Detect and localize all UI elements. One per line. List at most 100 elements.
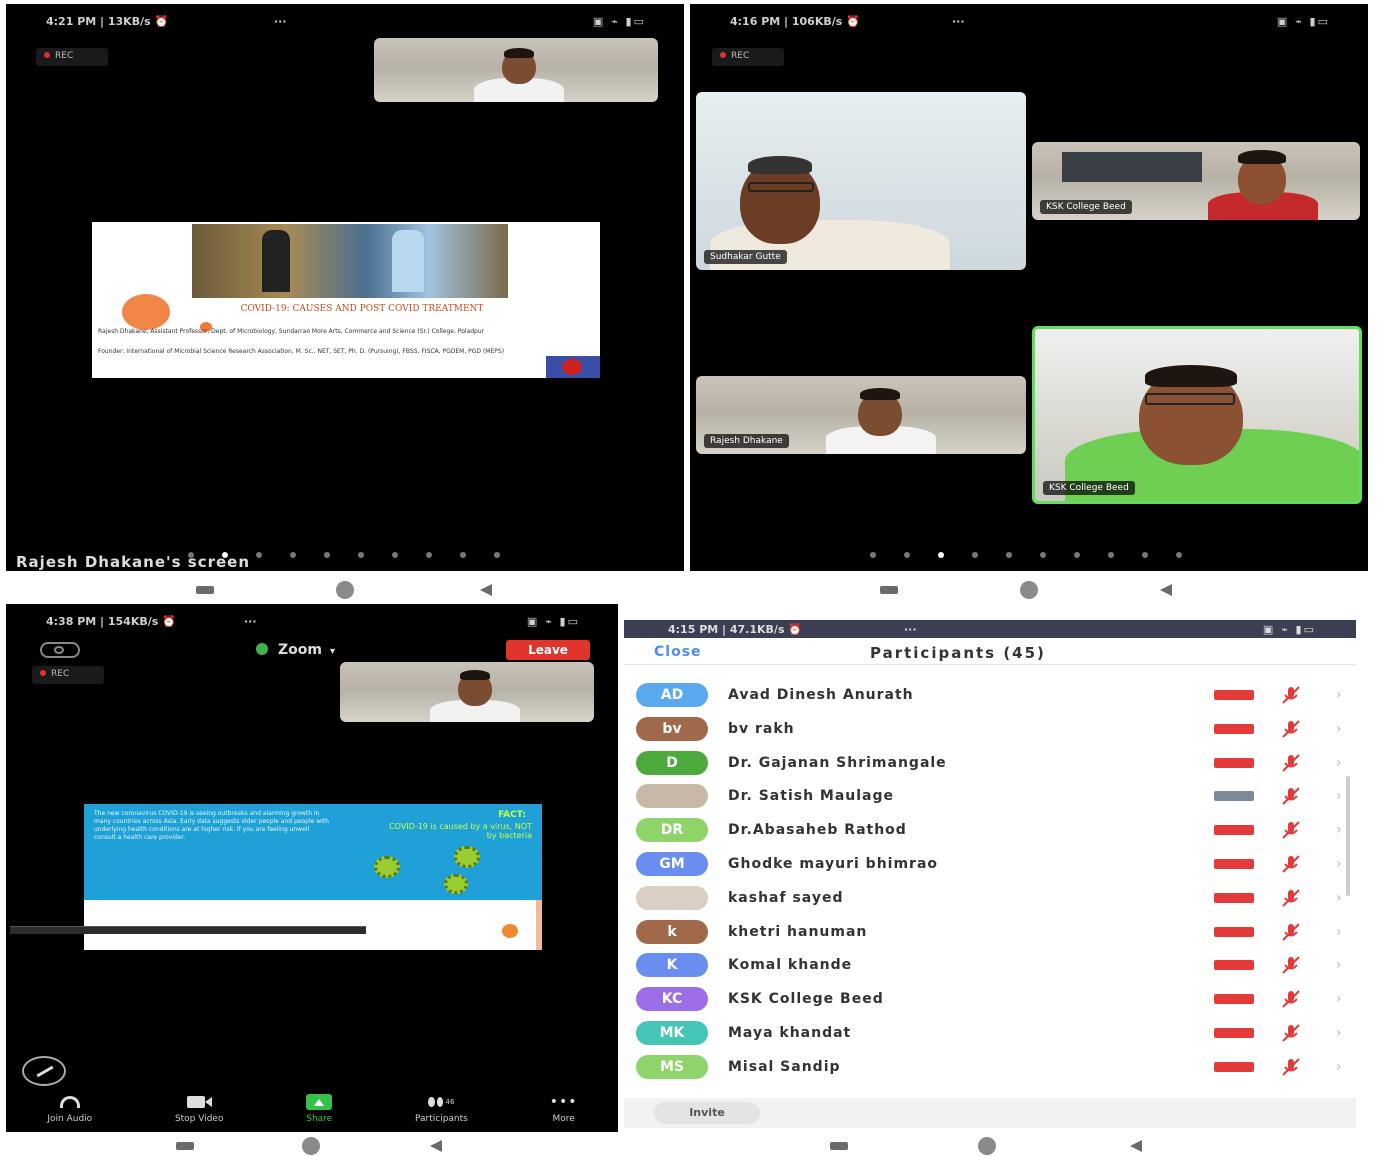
meeting-title[interactable]: Zoom ▾	[256, 642, 335, 658]
participant-avatar: D	[636, 750, 708, 775]
more-icon: •••	[549, 1094, 578, 1110]
status-icons: ▣ ⌁ ▮▭	[1276, 15, 1330, 28]
back-button[interactable]	[1160, 584, 1172, 596]
annotation-toolbar[interactable]	[10, 926, 366, 934]
recents-button[interactable]	[196, 586, 214, 594]
recents-button[interactable]	[176, 1142, 194, 1150]
mic-muted-icon	[1280, 989, 1302, 1009]
self-video-thumbnail[interactable]	[340, 662, 594, 722]
switch-camera-icon[interactable]	[40, 642, 80, 658]
participant-name: Avad Dinesh Anurath	[728, 687, 914, 703]
participant-avatar: K	[636, 953, 708, 978]
page-indicator[interactable]	[870, 552, 1182, 558]
participant-row[interactable]: kashaf sayed ›	[624, 881, 1356, 915]
video-tile[interactable]: Rajesh Dhakane	[696, 376, 1026, 454]
mic-muted-icon	[1280, 955, 1302, 975]
chevron-right-icon[interactable]: ›	[1336, 822, 1342, 838]
close-button[interactable]: Close	[654, 644, 702, 660]
participant-row[interactable]: AD Avad Dinesh Anurath ›	[624, 678, 1356, 712]
active-speaker-tile[interactable]: KSK College Beed	[1032, 326, 1362, 504]
participants-button[interactable]: 46 Participants	[415, 1094, 468, 1124]
chevron-right-icon[interactable]: ›	[1336, 856, 1342, 872]
participant-name: Ghodke mayuri bhimrao	[728, 856, 939, 872]
virus-icon	[444, 874, 468, 894]
participant-count: 46	[445, 1098, 455, 1106]
status-icons: ▣ ⌁ ▮▭	[1262, 623, 1316, 636]
participant-row[interactable]: Dr. Satish Maulage ›	[624, 779, 1356, 813]
participant-avatar: bv	[636, 716, 708, 741]
participants-title: Participants (45)	[870, 644, 1046, 662]
recents-button[interactable]	[880, 586, 898, 594]
participant-row[interactable]: k khetri hanuman ›	[624, 915, 1356, 949]
meeting-controls-panel: 4:38 PM | 154KB/s ⏰ ··· ▣ ⌁ ▮▭ Zoom ▾ Lea…	[6, 604, 618, 1132]
leave-button[interactable]: Leave	[506, 640, 590, 660]
video-tile[interactable]: KSK College Beed	[1032, 142, 1360, 220]
participant-avatar: k	[636, 919, 708, 944]
join-audio-button[interactable]: Join Audio	[47, 1094, 92, 1124]
participant-name: Dr.Abasaheb Rathod	[728, 822, 907, 839]
participant-name: KSK College Beed	[728, 991, 884, 1008]
android-nav-bar	[624, 1136, 1356, 1156]
participant-row[interactable]: KC KSK College Beed ›	[624, 982, 1356, 1016]
back-button[interactable]	[1130, 1140, 1142, 1152]
self-video-thumbnail[interactable]	[374, 38, 658, 102]
chevron-right-icon[interactable]: ›	[1336, 924, 1342, 940]
video-off-icon	[1214, 994, 1254, 1005]
recording-badge: REC	[32, 666, 104, 684]
slide-body-text: The new coronavirus COVID-19 is seeing o…	[94, 810, 329, 841]
chevron-right-icon[interactable]: ›	[1336, 755, 1342, 771]
invite-button[interactable]: Invite	[654, 1102, 760, 1124]
chevron-right-icon[interactable]: ›	[1336, 991, 1342, 1007]
participant-name: Dr. Gajanan Shrimangale	[728, 754, 947, 771]
home-button[interactable]	[302, 1137, 320, 1155]
stop-video-button[interactable]: Stop Video	[175, 1094, 223, 1124]
chevron-right-icon[interactable]: ›	[1336, 687, 1342, 703]
participant-row[interactable]: MS Misal Sandip ›	[624, 1050, 1356, 1084]
participant-row[interactable]: GM Ghodke mayuri bhimrao ›	[624, 847, 1356, 881]
annotate-button[interactable]	[22, 1056, 66, 1086]
video-camera-icon	[186, 1094, 212, 1110]
chevron-right-icon[interactable]: ›	[1336, 890, 1342, 906]
share-button[interactable]: Share	[306, 1094, 333, 1124]
home-button[interactable]	[336, 581, 354, 599]
home-button[interactable]	[1020, 581, 1038, 599]
home-button[interactable]	[978, 1137, 996, 1155]
participant-name: Komal khande	[728, 957, 853, 974]
participant-name: khetri hanuman	[728, 923, 868, 940]
participant-row[interactable]: DR Dr.Abasaheb Rathod ›	[624, 813, 1356, 847]
video-off-icon	[1214, 926, 1254, 937]
video-tile[interactable]: Sudhakar Gutte	[696, 92, 1026, 270]
mic-muted-icon	[1280, 719, 1302, 739]
shared-slide: COVID-19: CAUSES AND POST COVID TREATMEN…	[92, 222, 600, 378]
back-button[interactable]	[430, 1140, 442, 1152]
video-off-icon	[1214, 892, 1254, 903]
video-off-icon	[1214, 1061, 1254, 1072]
chevron-right-icon[interactable]: ›	[1336, 1059, 1342, 1075]
status-icons: ▣ ⌁ ▮▭	[592, 15, 646, 28]
participant-row[interactable]: bv bv rakh ›	[624, 712, 1356, 746]
divider	[624, 664, 1356, 665]
status-overflow: ···	[904, 623, 917, 636]
back-button[interactable]	[480, 584, 492, 596]
recording-badge: REC	[36, 48, 108, 66]
mic-muted-icon	[1280, 685, 1302, 705]
scrollbar[interactable]	[1346, 776, 1350, 896]
chevron-right-icon[interactable]: ›	[1336, 721, 1342, 737]
video-off-icon	[1214, 757, 1254, 768]
recording-badge: REC	[712, 48, 784, 66]
chevron-right-icon[interactable]: ›	[1336, 1025, 1342, 1041]
status-time: 4:16 PM | 106KB/s ⏰	[730, 15, 860, 28]
participant-row[interactable]: MK Maya khandat ›	[624, 1016, 1356, 1050]
slide-edge	[536, 900, 542, 950]
participant-name: Dr. Satish Maulage	[728, 788, 895, 805]
rec-label: REC	[51, 669, 70, 679]
more-button[interactable]: ••• More	[549, 1094, 578, 1124]
chevron-right-icon[interactable]: ›	[1336, 788, 1342, 804]
chevron-right-icon[interactable]: ›	[1336, 957, 1342, 973]
status-overflow: ···	[952, 15, 965, 28]
participant-row[interactable]: D Dr. Gajanan Shrimangale ›	[624, 746, 1356, 780]
participant-avatar: MS	[636, 1054, 708, 1079]
participant-row[interactable]: K Komal khande ›	[624, 948, 1356, 982]
recents-button[interactable]	[830, 1142, 848, 1150]
android-nav-bar	[690, 580, 1368, 600]
